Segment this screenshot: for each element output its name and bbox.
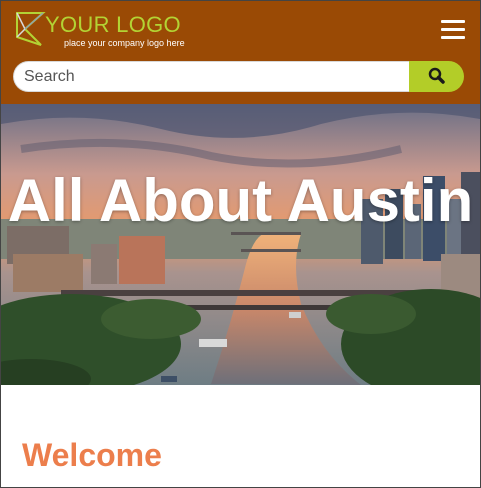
main-content: Welcome	[1, 385, 480, 487]
site-header: YOUR LOGO place your company logo here	[1, 1, 480, 104]
logo-icon	[16, 12, 46, 46]
hero-banner: All About Austin	[1, 104, 480, 385]
search-bar	[13, 61, 464, 94]
welcome-heading: Welcome	[22, 437, 162, 473]
search-input[interactable]	[13, 61, 409, 92]
logo[interactable]: YOUR LOGO place your company logo here	[13, 9, 203, 53]
search-icon	[428, 67, 445, 84]
search-button[interactable]	[409, 61, 464, 92]
austin-skyline-photo	[1, 104, 480, 385]
hero-title: All About Austin	[7, 167, 474, 234]
hamburger-menu-icon[interactable]	[441, 20, 465, 40]
logo-tagline: place your company logo here	[64, 38, 185, 48]
logo-text: YOUR LOGO	[45, 12, 181, 37]
page-frame: YOUR LOGO place your company logo here S…	[0, 0, 481, 488]
